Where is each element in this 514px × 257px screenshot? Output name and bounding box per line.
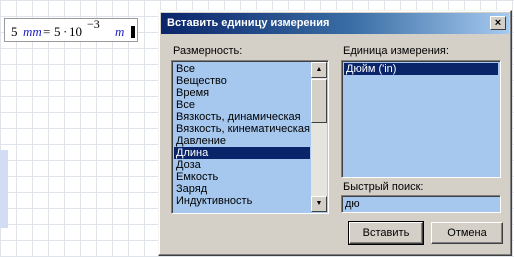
- scroll-up-button[interactable]: ▲: [311, 62, 327, 78]
- dimension-item[interactable]: Время: [174, 87, 310, 99]
- scroll-down-button[interactable]: ▼: [311, 196, 327, 212]
- formula-unit-mm: mm: [23, 24, 42, 39]
- formula-exponent: −3: [87, 17, 100, 31]
- unit-listbox[interactable]: Дюйм ('in): [341, 60, 501, 178]
- dimension-item[interactable]: Все: [174, 63, 310, 75]
- insert-unit-dialog: Вставить единицу измерения × Размерность…: [158, 10, 512, 256]
- dimension-item[interactable]: Индуктивность: [174, 195, 310, 207]
- formula-unit-m: m: [115, 24, 125, 39]
- formula-multiply: ·: [63, 24, 68, 39]
- dialog-titlebar[interactable]: Вставить единицу измерения ×: [161, 13, 509, 34]
- formula-region[interactable]: 5 mm = 5 · 10 −3 m: [4, 17, 138, 42]
- dimension-item[interactable]: Вещество: [174, 75, 310, 87]
- dimension-label: Размерность:: [173, 45, 243, 57]
- dimension-item[interactable]: Доза: [174, 159, 310, 171]
- insertion-cursor: [131, 26, 135, 38]
- dimension-item[interactable]: Вязкость, динамическая: [174, 111, 310, 123]
- arrow-up-icon: ▲: [315, 66, 323, 73]
- dimension-item[interactable]: Заряд: [174, 183, 310, 195]
- scroll-thumb[interactable]: [311, 79, 327, 123]
- insert-button[interactable]: Вставить: [348, 221, 424, 245]
- dimension-item[interactable]: Длина: [174, 147, 310, 159]
- quick-search-input[interactable]: дю: [341, 195, 501, 213]
- unit-list-items: Дюйм ('in): [344, 63, 498, 75]
- arrow-down-icon: ▼: [315, 200, 323, 207]
- search-label: Быстрый поиск:: [343, 181, 424, 193]
- dialog-title: Вставить единицу измерения: [167, 17, 330, 29]
- formula-base: 10: [69, 24, 82, 39]
- dimension-item[interactable]: Вязкость, кинематическая: [174, 123, 310, 135]
- unit-item[interactable]: Дюйм ('in): [344, 63, 498, 75]
- dimension-scrollbar[interactable]: ▲ ▼: [311, 62, 327, 212]
- unit-label: Единица измерения:: [343, 45, 449, 57]
- close-icon: ×: [494, 17, 502, 29]
- dimension-item[interactable]: Емкость: [174, 171, 310, 183]
- dimension-list-items: Все Вещество Время Все Вязкость, динамическа…: [174, 63, 310, 207]
- dimension-listbox[interactable]: Все Вещество Время Все Вязкость, динамическа…: [171, 60, 329, 214]
- dimension-item[interactable]: Давление: [174, 135, 310, 147]
- formula-number: 5: [11, 24, 18, 39]
- close-button[interactable]: ×: [490, 16, 506, 30]
- worksheet-highlight: [0, 150, 8, 228]
- dimension-item[interactable]: Все: [174, 99, 310, 111]
- formula-equals: =: [43, 24, 51, 39]
- formula-mantissa: 5: [54, 24, 61, 39]
- cancel-button[interactable]: Отмена: [431, 222, 503, 244]
